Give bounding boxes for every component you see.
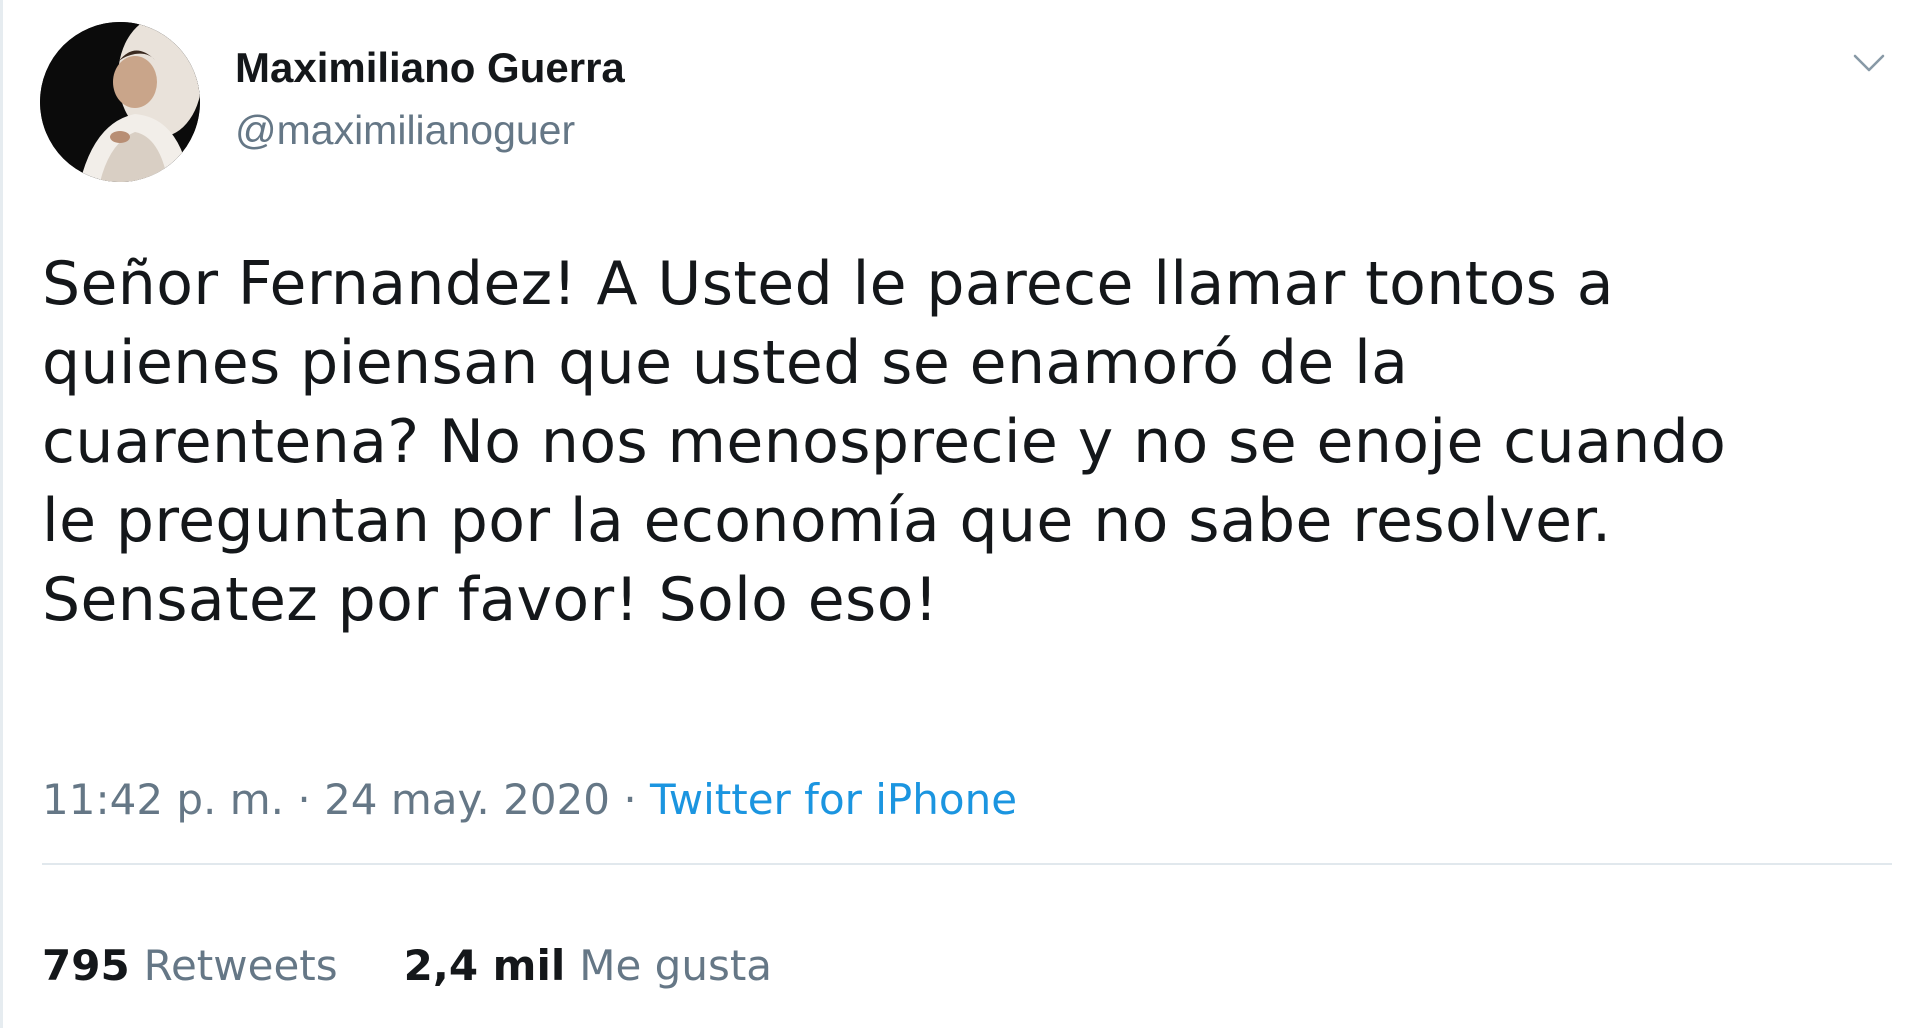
retweets-stat[interactable]: 795 Retweets (42, 941, 338, 991)
tweet-stats: 795 Retweets 2,4 mil Me gusta (42, 941, 838, 991)
likes-label: Me gusta (579, 941, 773, 990)
user-handle[interactable]: @maximilianoguer (235, 102, 625, 158)
retweets-label: Retweets (143, 941, 338, 990)
display-name[interactable]: Maximiliano Guerra (235, 42, 625, 94)
tweet-header: Maximiliano Guerra @maximilianoguer (40, 22, 625, 182)
tweet-date[interactable]: 24 may. 2020 (324, 775, 610, 824)
likes-count: 2,4 mil (403, 941, 566, 990)
tweet-time[interactable]: 11:42 p. m. (42, 775, 284, 824)
retweets-count: 795 (42, 941, 130, 990)
page-edge (0, 0, 3, 1028)
user-names: Maximiliano Guerra @maximilianoguer (235, 42, 625, 158)
likes-stat[interactable]: 2,4 mil Me gusta (404, 941, 772, 991)
divider (42, 863, 1892, 865)
meta-separator: · (297, 775, 325, 824)
meta-separator: · (623, 775, 651, 824)
avatar-image (40, 22, 200, 182)
tweet-source-link[interactable]: Twitter for iPhone (650, 775, 1017, 824)
chevron-down-icon[interactable] (1846, 40, 1892, 86)
tweet-text: Señor Fernandez! A Usted le parece llama… (42, 249, 1727, 635)
tweet-card: Maximiliano Guerra @maximilianoguer Seño… (0, 0, 1920, 1028)
tweet-meta: 11:42 p. m. · 24 may. 2020 · Twitter for… (42, 775, 1017, 825)
avatar[interactable] (40, 22, 200, 182)
